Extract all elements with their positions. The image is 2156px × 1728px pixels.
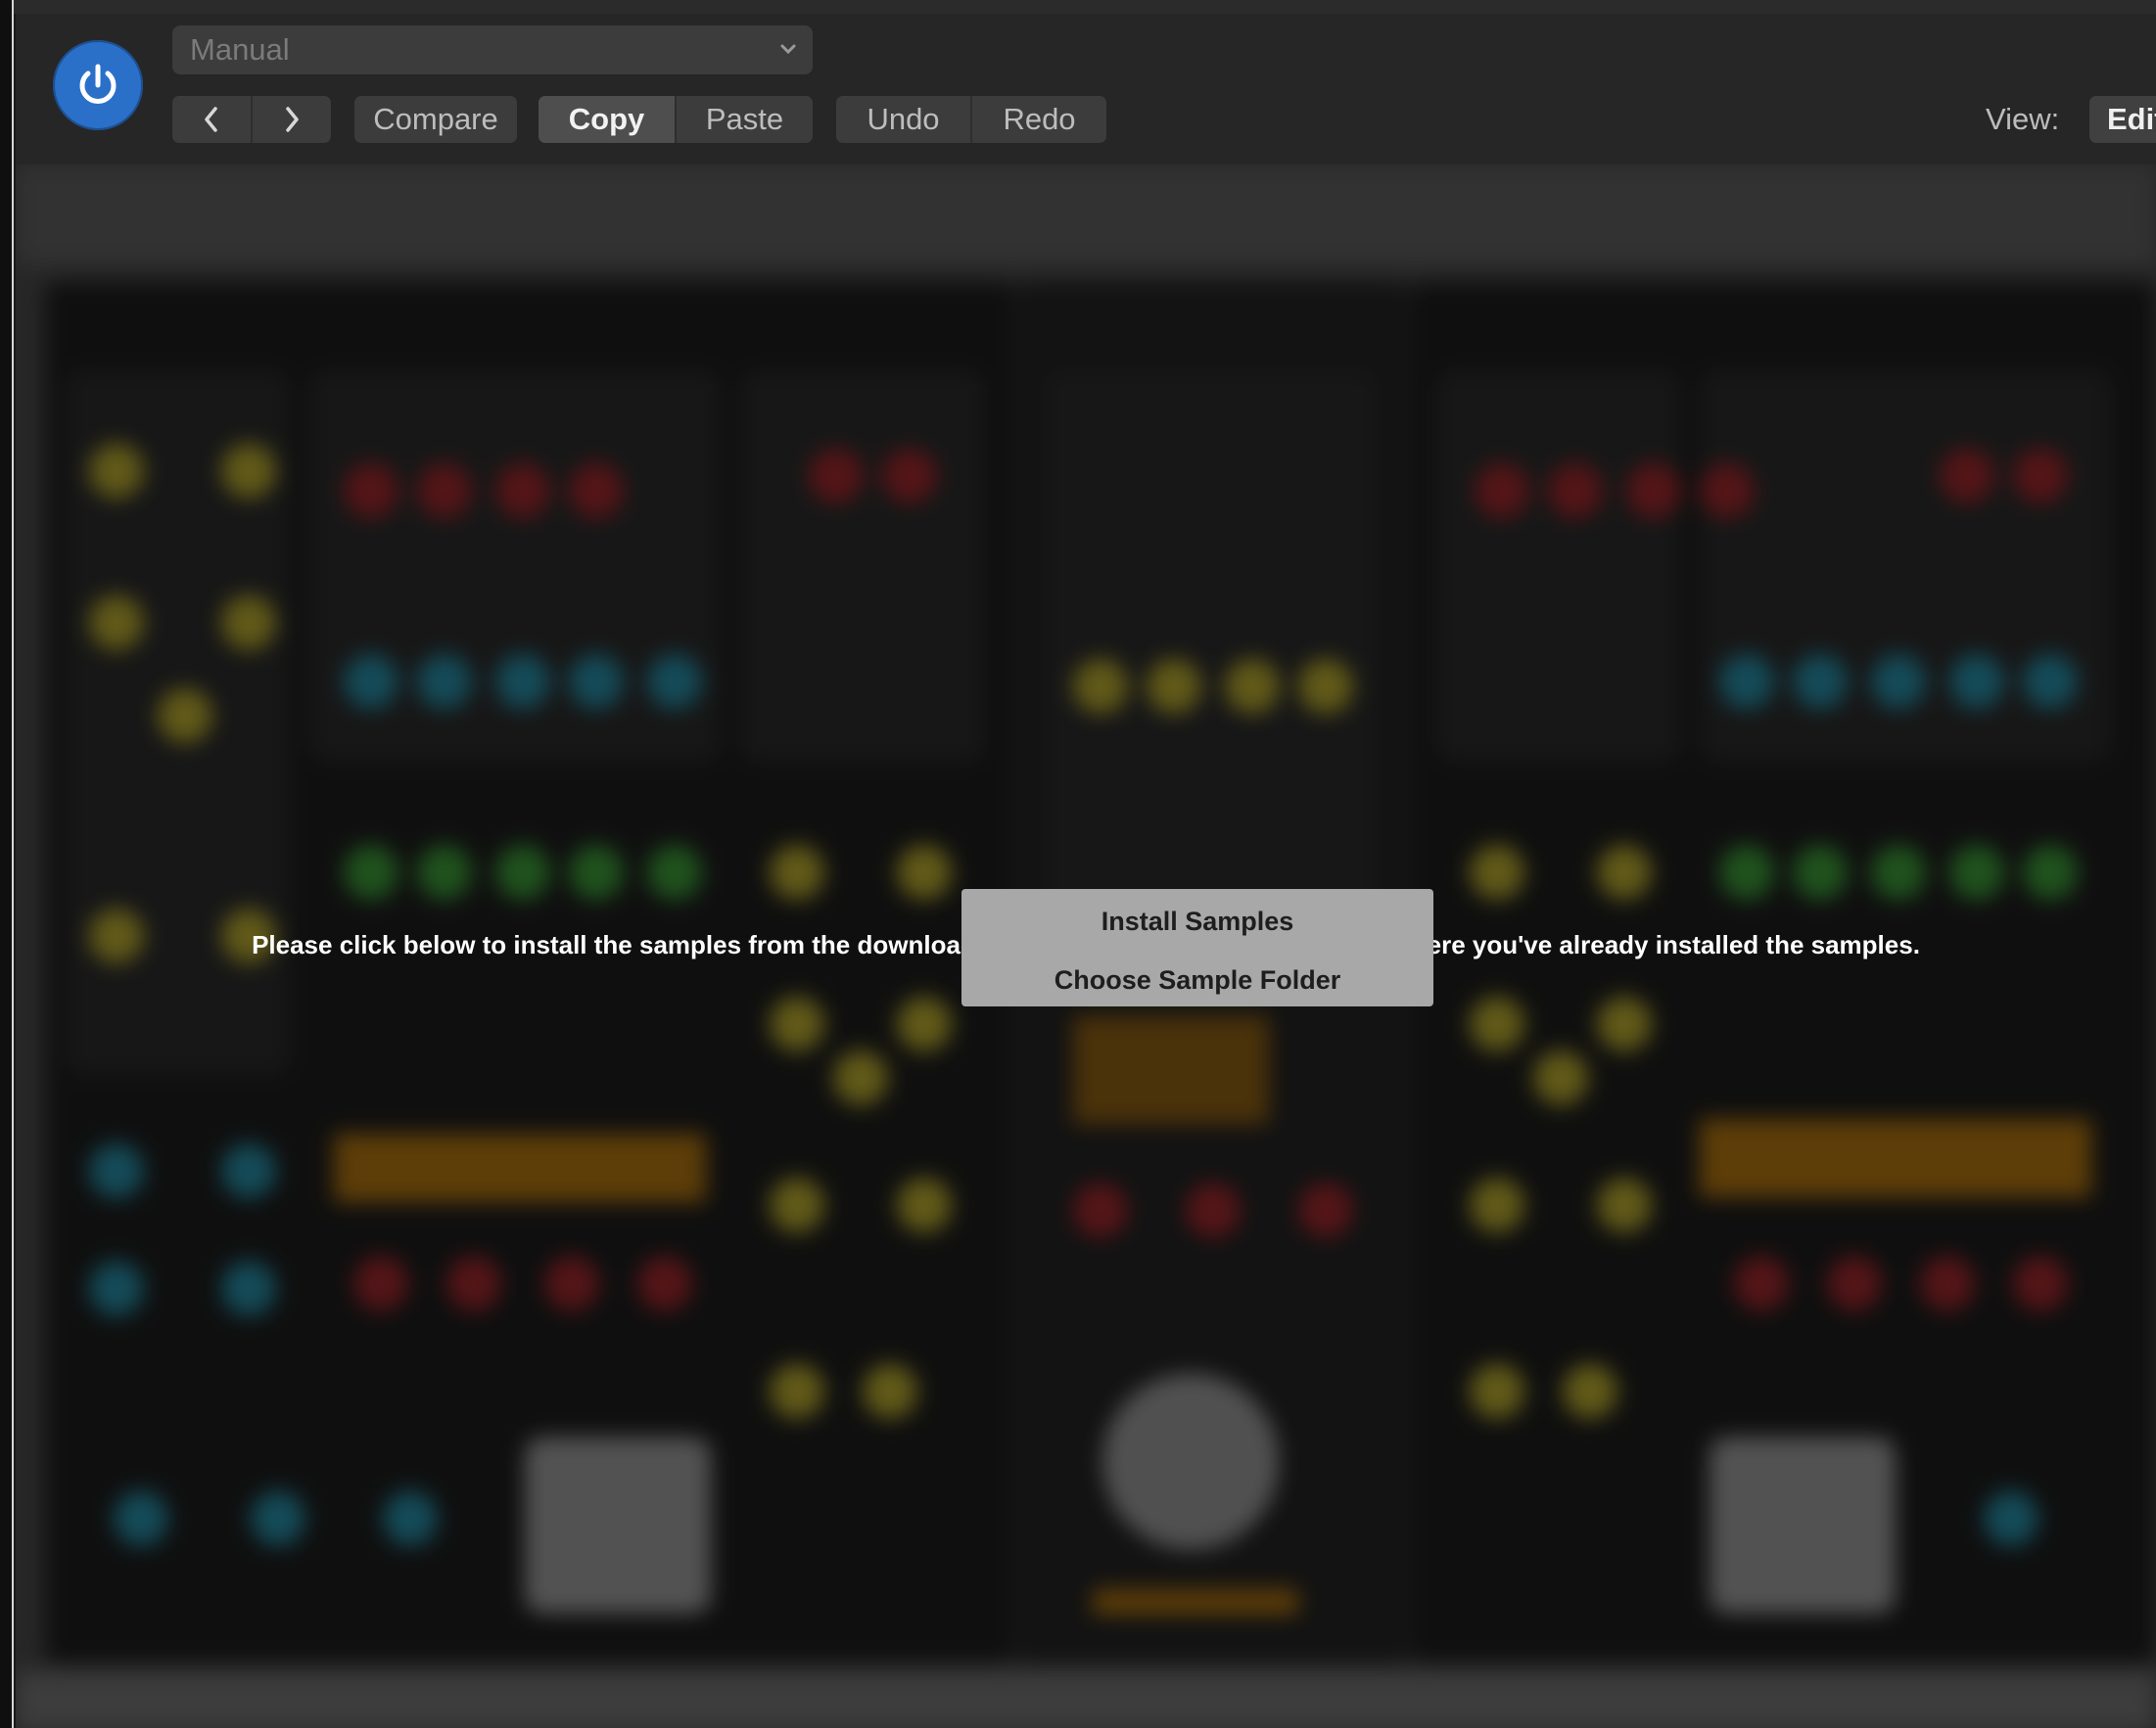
- plugin-header-toolbar: Manual Compare Copy Paste Undo Redo View…: [16, 14, 2156, 164]
- copy-button[interactable]: Copy: [539, 96, 677, 143]
- plugin-interface: Please click below to install the sample…: [16, 164, 2156, 1728]
- preset-dropdown[interactable]: Manual: [172, 25, 813, 74]
- window-edge: [0, 0, 14, 1728]
- preset-value: Manual: [190, 32, 290, 67]
- undo-button[interactable]: Undo: [836, 96, 972, 143]
- compare-button[interactable]: Compare: [354, 96, 517, 143]
- chevron-down-icon: [777, 25, 799, 89]
- view-mode-dropdown[interactable]: Edit: [2089, 96, 2156, 143]
- undo-redo-group: Undo Redo: [836, 96, 1106, 143]
- install-samples-button[interactable]: Install Samples: [961, 907, 1433, 937]
- next-preset-button[interactable]: [253, 96, 331, 143]
- choose-sample-folder-button[interactable]: Choose Sample Folder: [961, 965, 1433, 996]
- chevron-right-icon: [286, 107, 299, 132]
- title-strip: [14, 0, 2156, 14]
- redo-button[interactable]: Redo: [972, 96, 1106, 143]
- view-label: View:: [1986, 102, 2060, 136]
- preset-navigation: [172, 96, 331, 143]
- sample-install-dialog: Install Samples Choose Sample Folder: [961, 889, 1433, 1006]
- chevron-left-icon: [205, 107, 217, 132]
- paste-button[interactable]: Paste: [677, 96, 813, 143]
- plugin-window: Manual Compare Copy Paste Undo Redo View…: [0, 0, 2156, 1728]
- copy-paste-group: Copy Paste: [539, 96, 813, 143]
- power-button[interactable]: [53, 40, 143, 130]
- previous-preset-button[interactable]: [172, 96, 253, 143]
- power-icon: [79, 64, 117, 104]
